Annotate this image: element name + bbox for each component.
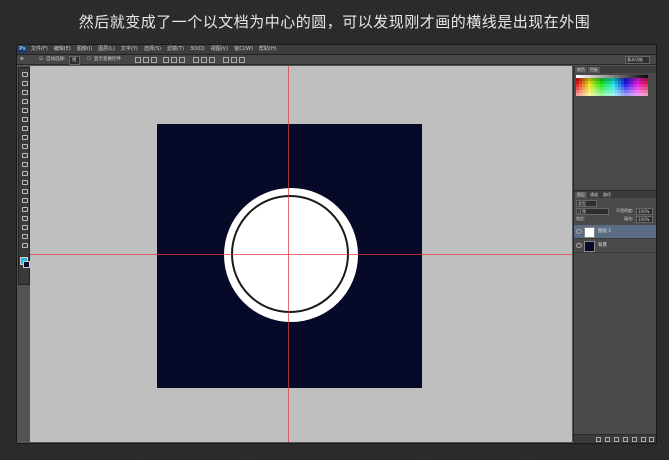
fill-label: 填充:	[624, 216, 634, 221]
canvas-area[interactable]	[30, 66, 572, 442]
lock-label: 锁定:	[576, 216, 586, 221]
align-right-icon[interactable]	[179, 57, 185, 63]
background-color-swatch[interactable]	[23, 261, 30, 268]
menu-item[interactable]: 图像(I)	[77, 45, 92, 54]
menu-item[interactable]: 帮助(H)	[259, 45, 277, 54]
layer-name: 背景	[598, 243, 607, 248]
fill-input[interactable]: 100%	[636, 216, 653, 223]
layer-item-background[interactable]: 背景	[574, 239, 656, 253]
adjustment-layer-icon[interactable]	[623, 437, 628, 442]
history-brush-tool-icon[interactable]	[21, 152, 28, 158]
document-canvas[interactable]	[157, 124, 422, 388]
opacity-label: 不透明度:	[616, 208, 634, 213]
menu-item[interactable]: 编辑(E)	[54, 45, 71, 54]
align-left-icon[interactable]	[163, 57, 169, 63]
menu-item[interactable]: 图层(L)	[98, 45, 115, 54]
layer-filter-dropdown[interactable]: 类型	[576, 200, 597, 207]
new-layer-icon[interactable]	[641, 437, 646, 442]
shape-tool-icon[interactable]	[21, 224, 28, 230]
menu-item[interactable]: 视图(V)	[211, 45, 228, 54]
path-select-tool-icon[interactable]	[21, 215, 28, 221]
menu-item[interactable]: 窗口(W)	[234, 45, 253, 54]
options-bar: ✥ ☑ 自动选择: 组 ☐ 显示变换控件 基本功能	[17, 55, 656, 65]
blur-tool-icon[interactable]	[21, 179, 28, 185]
distribute-bottom-icon[interactable]	[209, 57, 215, 63]
white-circle-shape[interactable]	[224, 188, 358, 322]
workspace-dropdown[interactable]: 基本功能	[625, 56, 650, 64]
stamp-tool-icon[interactable]	[21, 143, 28, 149]
menu-item[interactable]: 文件(F)	[31, 45, 48, 54]
swatches-panel-tabs: 颜色 色板	[574, 66, 656, 73]
layer-style-icon[interactable]	[605, 437, 610, 442]
color-swatch[interactable]	[645, 93, 648, 96]
menu-item[interactable]: 选择(S)	[144, 45, 161, 54]
opacity-input[interactable]: 100%	[636, 208, 653, 215]
menu-item[interactable]: 文字(Y)	[121, 45, 138, 54]
distribute-top-icon[interactable]	[193, 57, 199, 63]
auto-select-checkbox[interactable]: ☑	[39, 56, 43, 63]
tab-layers[interactable]: 图层	[575, 192, 587, 198]
heal-tool-icon[interactable]	[21, 125, 28, 131]
lock-row: 锁定: 填充: 100%	[576, 215, 654, 223]
move-tool-icon[interactable]	[21, 71, 28, 77]
align-bottom-icon[interactable]	[151, 57, 157, 63]
tab-color[interactable]: 颜色	[575, 67, 587, 73]
layers-panel-tabs: 图层 通道 路径	[574, 191, 656, 198]
tab-swatches[interactable]: 色板	[588, 67, 600, 73]
crop-tool-icon[interactable]	[21, 107, 28, 113]
tutorial-caption: 然后就变成了一个以文档为中心的圆，可以发现刚才画的横线是出现在外围	[78, 13, 591, 31]
dodge-tool-icon[interactable]	[21, 188, 28, 194]
new-group-icon[interactable]	[632, 437, 637, 442]
add-mask-icon[interactable]	[614, 437, 619, 442]
menu-list: 文件(F) 编辑(E) 图像(I) 图层(L) 文字(Y) 选择(S) 滤镜(T) 3D(D)…	[31, 45, 283, 54]
align-middle-icon[interactable]	[143, 57, 149, 63]
swatch-grid	[576, 75, 648, 96]
layer-filter-row: 类型	[576, 199, 654, 207]
tab-paths[interactable]: 路径	[601, 192, 613, 198]
menu-item[interactable]: 滤镜(T)	[167, 45, 184, 54]
distribute-left-icon[interactable]	[223, 57, 229, 63]
distribute-right-icon[interactable]	[239, 57, 245, 63]
visibility-eye-icon[interactable]	[576, 229, 582, 234]
auto-select-label: 自动选择:	[46, 57, 66, 62]
link-layers-icon[interactable]	[596, 437, 601, 442]
gradient-tool-icon[interactable]	[21, 170, 28, 176]
tools-panel	[18, 67, 30, 285]
menu-bar: Ps 文件(F) 编辑(E) 图像(I) 图层(L) 文字(Y) 选择(S) 滤镜(T) 3D…	[17, 45, 656, 55]
show-transform-label: 显示变换控件	[94, 57, 121, 62]
layer-item-layer1[interactable]: 图层 1	[574, 225, 656, 239]
right-panels: 颜色 色板 图层 通道 路径 类型 正常 不透明度: 100% 锁定: 填充: …	[573, 66, 656, 443]
zoom-tool-icon[interactable]	[21, 242, 28, 248]
visibility-eye-icon[interactable]	[576, 243, 582, 248]
auto-select-dropdown[interactable]: 组	[69, 56, 80, 65]
layers-bottom-bar	[574, 434, 656, 443]
eyedropper-tool-icon[interactable]	[21, 116, 28, 122]
photoshop-window: Ps 文件(F) 编辑(E) 图像(I) 图层(L) 文字(Y) 选择(S) 滤镜(T) 3D…	[16, 44, 657, 444]
distribute-hcenter-icon[interactable]	[231, 57, 237, 63]
tab-channels[interactable]: 通道	[588, 192, 600, 198]
ps-logo: Ps	[18, 46, 27, 53]
hand-tool-icon[interactable]	[21, 233, 28, 239]
eraser-tool-icon[interactable]	[21, 161, 28, 167]
distribute-middle-icon[interactable]	[201, 57, 207, 63]
blend-row: 正常 不透明度: 100%	[576, 207, 654, 215]
menu-item[interactable]: 3D(D)	[190, 45, 205, 54]
pen-tool-icon[interactable]	[21, 197, 28, 203]
brush-tool-icon[interactable]	[21, 134, 28, 140]
align-top-icon[interactable]	[135, 57, 141, 63]
layer-thumbnail	[584, 241, 595, 252]
quick-select-tool-icon[interactable]	[21, 98, 28, 104]
move-tool-icon[interactable]: ✥	[20, 56, 24, 63]
layer-thumbnail	[584, 227, 595, 238]
lasso-tool-icon[interactable]	[21, 89, 28, 95]
marquee-tool-icon[interactable]	[21, 80, 28, 86]
layer-name: 图层 1	[598, 229, 612, 234]
align-center-icon[interactable]	[171, 57, 177, 63]
horizontal-guide[interactable]	[30, 254, 572, 255]
blend-mode-dropdown[interactable]: 正常	[576, 208, 609, 215]
type-tool-icon[interactable]	[21, 206, 28, 212]
layers-panel: 图层 通道 路径 类型 正常 不透明度: 100% 锁定: 填充: 100% 图…	[574, 190, 656, 443]
show-transform-checkbox[interactable]: ☐	[87, 56, 91, 63]
delete-layer-icon[interactable]	[649, 437, 654, 442]
